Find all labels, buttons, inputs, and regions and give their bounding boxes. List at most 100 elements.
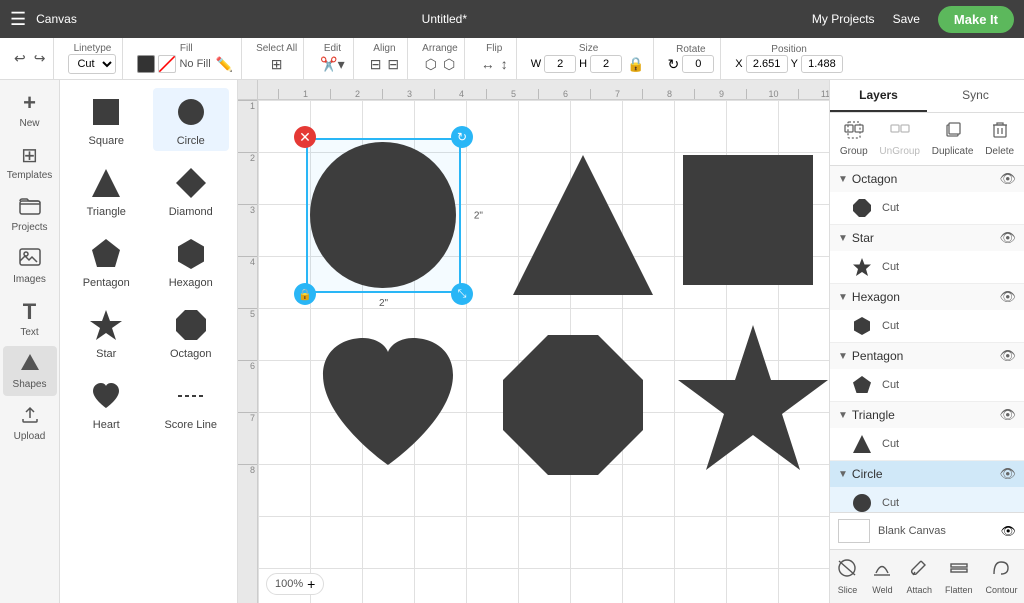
layer-sub-octagon[interactable]: Cut <box>830 192 1024 224</box>
duplicate-button[interactable]: Duplicate <box>928 119 978 159</box>
blank-canvas-row[interactable]: Blank Canvas 👁 <box>830 512 1024 549</box>
eye-icon-octagon[interactable]: 👁 <box>999 171 1016 187</box>
diamond-shape-icon <box>171 163 211 203</box>
sidebar-item-text[interactable]: T Text <box>3 293 57 344</box>
canvas-zoom-control[interactable]: 100% + <box>266 573 324 595</box>
tab-sync[interactable]: Sync <box>927 80 1024 112</box>
zoom-percentage: 100% <box>275 578 303 590</box>
shape-item-heart[interactable]: Heart <box>68 372 145 435</box>
fill-none-swatch[interactable] <box>158 55 176 73</box>
sidebar-item-templates[interactable]: ⊞ Templates <box>3 137 57 187</box>
my-projects-button[interactable]: My Projects <box>812 12 875 26</box>
flip-v-button[interactable]: ↕ <box>499 54 510 74</box>
layer-name-pentagon: Pentagon <box>852 349 996 363</box>
slice-button[interactable]: Slice <box>830 556 864 597</box>
zoom-in-button[interactable]: + <box>307 576 315 592</box>
make-it-button[interactable]: Make It <box>938 6 1014 33</box>
hamburger-icon[interactable]: ☰ <box>10 9 26 30</box>
layer-sub-circle[interactable]: Cut <box>830 487 1024 512</box>
ungroup-button[interactable]: UnGroup <box>875 119 924 159</box>
blank-canvas-eye-icon[interactable]: 👁 <box>1001 524 1016 538</box>
layer-sub-pentagon[interactable]: Cut <box>830 369 1024 401</box>
eye-icon-pentagon[interactable]: 👁 <box>999 348 1016 364</box>
flip-h-button[interactable]: ↔ <box>479 54 497 74</box>
shape-item-triangle[interactable]: Triangle <box>68 159 145 222</box>
arrange-back-button[interactable]: ⬡ <box>441 54 457 75</box>
eye-icon-hexagon[interactable]: 👁 <box>999 289 1016 305</box>
lock-aspect-button[interactable]: 🔒 <box>625 54 646 75</box>
pentagon-shape-icon <box>86 234 126 274</box>
attach-button[interactable]: Attach <box>900 556 938 597</box>
canvas-circle[interactable] <box>308 140 458 290</box>
delete-button[interactable]: Delete <box>981 119 1018 159</box>
fill-color-swatch[interactable] <box>137 55 155 73</box>
width-input[interactable] <box>544 55 576 73</box>
linetype-select[interactable]: Cut <box>68 54 116 74</box>
edit-button[interactable]: ✂️▾ <box>318 54 346 75</box>
canvas-star[interactable] <box>678 320 828 480</box>
attach-icon <box>908 558 930 583</box>
height-input[interactable] <box>590 55 622 73</box>
canvas-content[interactable]: ✕ ↻ 🔒 ⤡ + 2" 2" <box>258 100 829 603</box>
save-button[interactable]: Save <box>885 8 928 30</box>
fill-edit-button[interactable]: ✏️ <box>214 54 235 75</box>
tab-layers[interactable]: Layers <box>830 80 927 112</box>
canvas-heart[interactable] <box>313 330 463 480</box>
size-group: Size W H 🔒 <box>525 38 654 79</box>
eye-icon-triangle[interactable]: 👁 <box>999 407 1016 423</box>
toolbar: ↩ ↪ Linetype Cut Fill No Fill ✏️ Select … <box>0 38 1024 80</box>
flatten-button[interactable]: Flatten <box>939 556 979 597</box>
layer-header-pentagon[interactable]: ▼ Pentagon 👁 <box>830 343 1024 369</box>
layer-sub-hexagon[interactable]: Cut <box>830 310 1024 342</box>
undo-button[interactable]: ↩ <box>12 48 28 69</box>
x-input[interactable] <box>746 55 788 73</box>
canvas-octagon[interactable] <box>498 330 648 480</box>
layer-sub-star[interactable]: Cut <box>830 251 1024 283</box>
contour-button[interactable]: Contour <box>979 556 1023 597</box>
weld-button[interactable]: Weld <box>865 556 899 597</box>
shape-item-star[interactable]: Star <box>68 301 145 364</box>
align-left-button[interactable]: ⊟ <box>368 54 384 75</box>
layer-header-star[interactable]: ▼ Star 👁 <box>830 225 1024 251</box>
canvas-square[interactable] <box>678 150 818 290</box>
sidebar-item-projects[interactable]: Projects <box>3 189 57 239</box>
y-input[interactable] <box>801 55 843 73</box>
eye-icon-circle[interactable]: 👁 <box>999 466 1016 482</box>
layer-header-octagon[interactable]: ▼ Octagon 👁 <box>830 166 1024 192</box>
group-button[interactable]: Group <box>836 119 872 159</box>
select-all-button[interactable]: ⊞ <box>269 54 285 75</box>
duplicate-icon <box>943 121 963 144</box>
heart-shape-label: Heart <box>93 419 120 431</box>
layer-header-hexagon[interactable]: ▼ Hexagon 👁 <box>830 284 1024 310</box>
layer-name-triangle: Triangle <box>852 408 996 422</box>
shape-item-pentagon[interactable]: Pentagon <box>68 230 145 293</box>
ruler-left-tick: 6 <box>238 360 257 412</box>
redo-button[interactable]: ↪ <box>32 48 48 69</box>
sidebar-item-new[interactable]: + New <box>3 84 57 135</box>
align-right-button[interactable]: ⊟ <box>385 54 401 75</box>
sidebar-item-shapes[interactable]: Shapes <box>3 346 57 396</box>
layer-header-circle[interactable]: ▼ Circle 👁 <box>830 461 1024 487</box>
eye-icon-star[interactable]: 👁 <box>999 230 1016 246</box>
project-title: Untitled* <box>87 12 802 26</box>
arrange-front-button[interactable]: ⬡ <box>423 54 439 75</box>
shape-item-hexagon[interactable]: Hexagon <box>153 230 230 293</box>
canvas-triangle[interactable] <box>508 150 658 300</box>
shape-item-octagon[interactable]: Octagon <box>153 301 230 364</box>
shape-item-circle[interactable]: Circle <box>153 88 230 151</box>
shape-item-diamond[interactable]: Diamond <box>153 159 230 222</box>
fill-label: Fill <box>180 43 193 54</box>
sidebar-item-images[interactable]: Images <box>3 241 57 291</box>
ruler-left-tick: 8 <box>238 464 257 516</box>
flatten-label: Flatten <box>945 585 973 595</box>
layer-header-triangle[interactable]: ▼ Triangle 👁 <box>830 402 1024 428</box>
shape-item-scoreline[interactable]: Score Line <box>153 372 230 435</box>
sidebar-item-upload[interactable]: Upload <box>3 398 57 448</box>
layer-sub-label-pentagon: Cut <box>882 379 1016 391</box>
shape-item-square[interactable]: Square <box>68 88 145 151</box>
layer-thumb-pentagon <box>850 373 874 397</box>
layer-thumb-triangle <box>850 432 874 456</box>
rotate-input[interactable] <box>682 55 714 73</box>
layer-sub-triangle[interactable]: Cut <box>830 428 1024 460</box>
left-sidebar: + New ⊞ Templates Projects Images T Text <box>0 80 60 603</box>
